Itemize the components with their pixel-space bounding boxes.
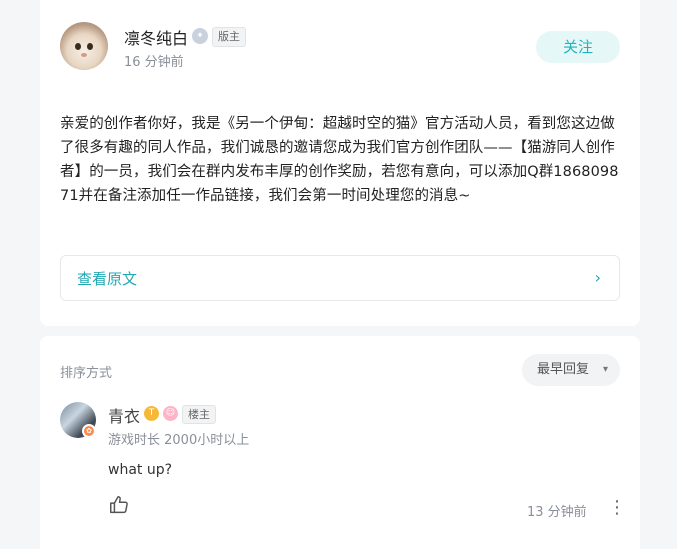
verified-badge-icon: ✿: [82, 424, 96, 438]
like-icon[interactable]: [108, 494, 132, 518]
sort-value: 最早回复: [537, 362, 590, 377]
comment-text: what up?: [108, 462, 173, 478]
post-card: 凛冬纯白 ✦ 版主 16 分钟前 关注 亲爱的创作者你好，我是《另一个伊甸：超越…: [40, 0, 640, 326]
role-tag: 版主: [212, 27, 246, 47]
avatar-nose: [81, 53, 87, 57]
chevron-right-icon: ›: [594, 268, 601, 287]
commenter-name[interactable]: 青衣: [108, 403, 140, 427]
more-options-icon[interactable]: ⋮: [608, 496, 626, 520]
avatar-eye: [75, 43, 81, 50]
comment-time: 13 分钟前: [527, 505, 587, 520]
avatar-eye: [87, 43, 93, 50]
follow-button[interactable]: 关注: [536, 31, 620, 63]
author-avatar[interactable]: [60, 22, 108, 70]
comments-card: 排序方式 最早回复 ▾ ✿ 青衣 T ☺ 楼主 游戏时长 2000小时以上 wh…: [40, 336, 640, 549]
commenter-playtime: 游戏时长 2000小时以上: [108, 433, 250, 448]
author-name[interactable]: 凛冬纯白: [124, 25, 188, 49]
view-original-label: 查看原文: [77, 270, 138, 288]
sort-dropdown[interactable]: 最早回复 ▾: [522, 354, 620, 386]
sort-label: 排序方式: [60, 366, 113, 381]
medal-icon: ☺: [163, 406, 178, 421]
level-icon: T: [144, 406, 159, 421]
post-body: 亲爱的创作者你好，我是《另一个伊甸：超越时空的猫》官方活动人员，看到您这边做了很…: [60, 116, 619, 204]
chevron-down-icon: ▾: [602, 364, 608, 375]
post-time: 16 分钟前: [124, 55, 184, 70]
op-tag: 楼主: [182, 405, 216, 424]
moderator-badge-icon: ✦: [192, 28, 208, 44]
view-original-button[interactable]: 查看原文 ›: [60, 255, 620, 301]
